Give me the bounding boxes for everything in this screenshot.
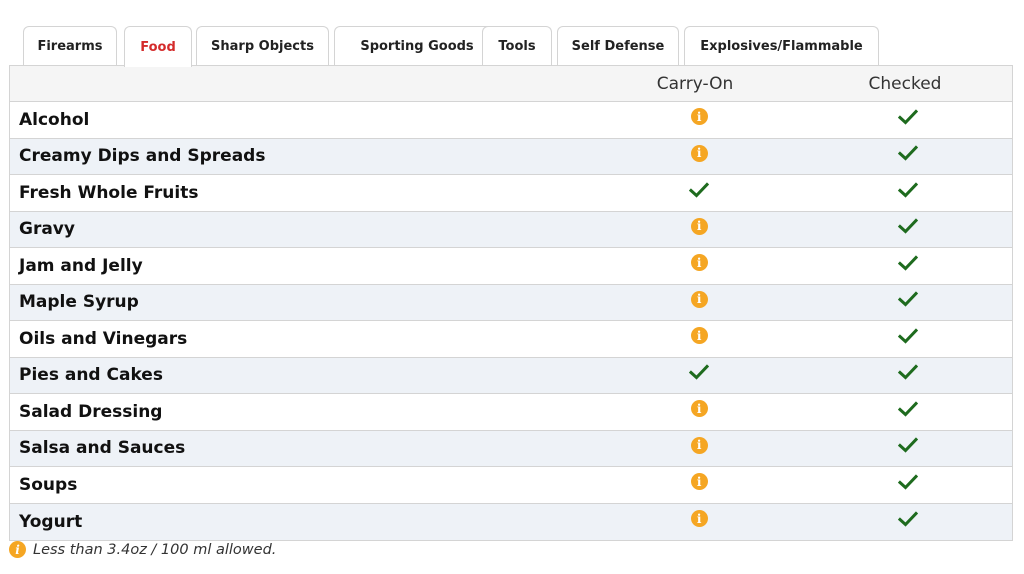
carry-on-status <box>595 182 804 198</box>
table-row: Soups i <box>10 467 1012 504</box>
info-icon: i <box>690 144 708 162</box>
check-icon <box>897 218 918 234</box>
table-row: Gravy i <box>10 211 1012 248</box>
item-name: Salad Dressing <box>19 401 163 422</box>
table-row: Pies and Cakes <box>10 357 1012 394</box>
tab-tools[interactable]: Tools <box>482 26 552 65</box>
info-icon: i <box>690 327 708 345</box>
item-name: Pies and Cakes <box>19 365 163 386</box>
info-icon: i <box>690 400 708 418</box>
check-icon <box>897 291 918 307</box>
check-icon <box>897 255 918 271</box>
check-icon <box>897 364 918 380</box>
header-checked: Checked <box>868 73 942 94</box>
carry-on-status: i <box>595 327 804 345</box>
carry-on-status <box>595 364 804 380</box>
checked-status <box>803 437 1012 453</box>
carry-on-status: i <box>595 510 804 528</box>
carry-on-status: i <box>595 290 804 308</box>
table-row: Fresh Whole Fruits <box>10 175 1012 212</box>
check-icon <box>897 511 918 527</box>
check-icon <box>897 328 918 344</box>
checked-status <box>803 511 1012 527</box>
carry-on-status: i <box>595 473 804 491</box>
carry-on-status: i <box>595 217 804 235</box>
checked-status <box>803 364 1012 380</box>
check-icon <box>897 401 918 417</box>
footnote-text: Less than 3.4oz / 100 ml allowed. <box>33 541 277 558</box>
check-icon <box>897 474 918 490</box>
checked-status <box>803 182 1012 198</box>
carry-on-status: i <box>595 108 804 126</box>
check-icon <box>689 364 710 380</box>
footnote: i Less than 3.4oz / 100 ml allowed. <box>9 541 276 558</box>
table-row: Alcohol i <box>10 102 1012 139</box>
tab-food[interactable]: Food <box>124 26 192 67</box>
table-row: Creamy Dips and Spreads i <box>10 138 1012 175</box>
item-name: Jam and Jelly <box>19 255 143 276</box>
item-name: Maple Syrup <box>19 292 139 313</box>
table-row: Oils and Vinegars i <box>10 321 1012 358</box>
table-body: Alcohol i Creamy Dips and Spreads i Fresh Wh… <box>10 102 1012 540</box>
tab-firearms[interactable]: Firearms <box>23 26 117 65</box>
info-icon: i <box>690 108 708 126</box>
item-name: Fresh Whole Fruits <box>19 182 199 203</box>
item-name: Salsa and Sauces <box>19 438 186 459</box>
item-name: Oils and Vinegars <box>19 328 188 349</box>
check-icon <box>897 437 918 453</box>
tab-sporting-goods[interactable]: Sporting Goods <box>334 26 500 65</box>
info-icon: i <box>690 510 708 528</box>
items-table: Carry-On Checked Alcohol i Creamy Dips and… <box>9 65 1013 541</box>
info-icon: i <box>9 541 26 558</box>
item-name: Yogurt <box>19 511 83 532</box>
table-row: Maple Syrup i <box>10 284 1012 321</box>
checked-status <box>803 255 1012 271</box>
header-carry-on: Carry-On <box>656 73 734 94</box>
item-name: Soups <box>19 474 78 495</box>
item-name: Alcohol <box>19 109 90 130</box>
info-icon: i <box>690 436 708 454</box>
info-icon: i <box>690 473 708 491</box>
table-row: Salsa and Sauces i <box>10 430 1012 467</box>
checked-status <box>803 401 1012 417</box>
table-row: Yogurt i <box>10 503 1012 540</box>
tab-self-defense[interactable]: Self Defense <box>557 26 679 65</box>
check-icon <box>897 182 918 198</box>
info-icon: i <box>690 254 708 272</box>
table-row: Salad Dressing i <box>10 394 1012 431</box>
checked-status <box>803 145 1012 161</box>
check-icon <box>897 109 918 125</box>
carry-on-status: i <box>595 254 804 272</box>
item-name: Creamy Dips and Spreads <box>19 146 266 167</box>
checked-status <box>803 218 1012 234</box>
info-icon: i <box>690 217 708 235</box>
tab-explosives-flammable[interactable]: Explosives/Flammable <box>684 26 879 65</box>
info-icon: i <box>690 290 708 308</box>
checked-status <box>803 109 1012 125</box>
checked-status <box>803 474 1012 490</box>
carry-on-status: i <box>595 400 804 418</box>
table-header: Carry-On Checked <box>10 66 1012 102</box>
item-name: Gravy <box>19 219 75 240</box>
tab-sharp-objects[interactable]: Sharp Objects <box>196 26 329 65</box>
checked-status <box>803 328 1012 344</box>
check-icon <box>897 145 918 161</box>
carry-on-status: i <box>595 436 804 454</box>
checked-status <box>803 291 1012 307</box>
check-icon <box>689 182 710 198</box>
table-row: Jam and Jelly i <box>10 248 1012 285</box>
carry-on-status: i <box>595 144 804 162</box>
